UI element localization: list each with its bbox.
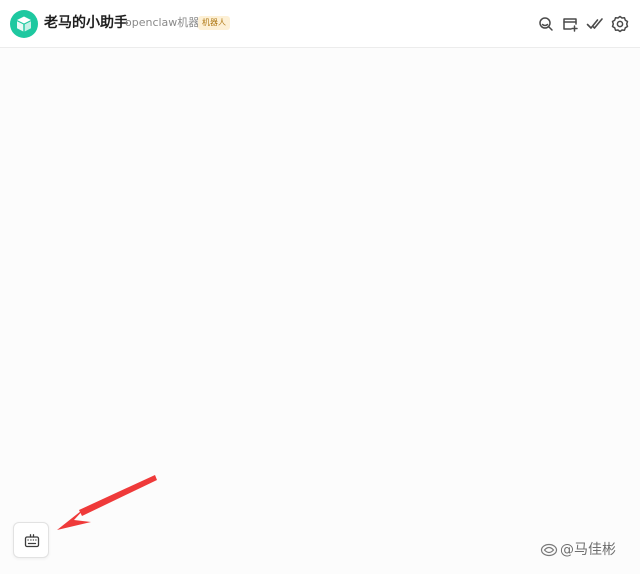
chat-header: 老马的小助手 openclaw机器人 机器人: [0, 0, 640, 48]
watermark: @马佳彬: [540, 540, 616, 560]
bot-avatar[interactable]: [10, 10, 38, 38]
keyboard-toggle-button[interactable]: [13, 522, 49, 558]
keyboard-icon: [24, 534, 40, 548]
bot-badge: 机器人: [198, 16, 230, 30]
chat-title: 老马的小助手: [44, 15, 128, 31]
done-all-icon[interactable]: [586, 15, 604, 33]
search-icon[interactable]: [537, 15, 555, 33]
chat-message-area[interactable]: [0, 48, 640, 574]
watermark-text: @马佳彬: [560, 542, 616, 558]
watermark-logo-icon: [540, 543, 558, 557]
add-window-icon[interactable]: [561, 15, 579, 33]
gear-icon[interactable]: [611, 15, 629, 33]
app-window: 老马的小助手 openclaw机器人 机器人 @马佳彬: [0, 0, 640, 574]
cube-icon: [17, 16, 31, 32]
